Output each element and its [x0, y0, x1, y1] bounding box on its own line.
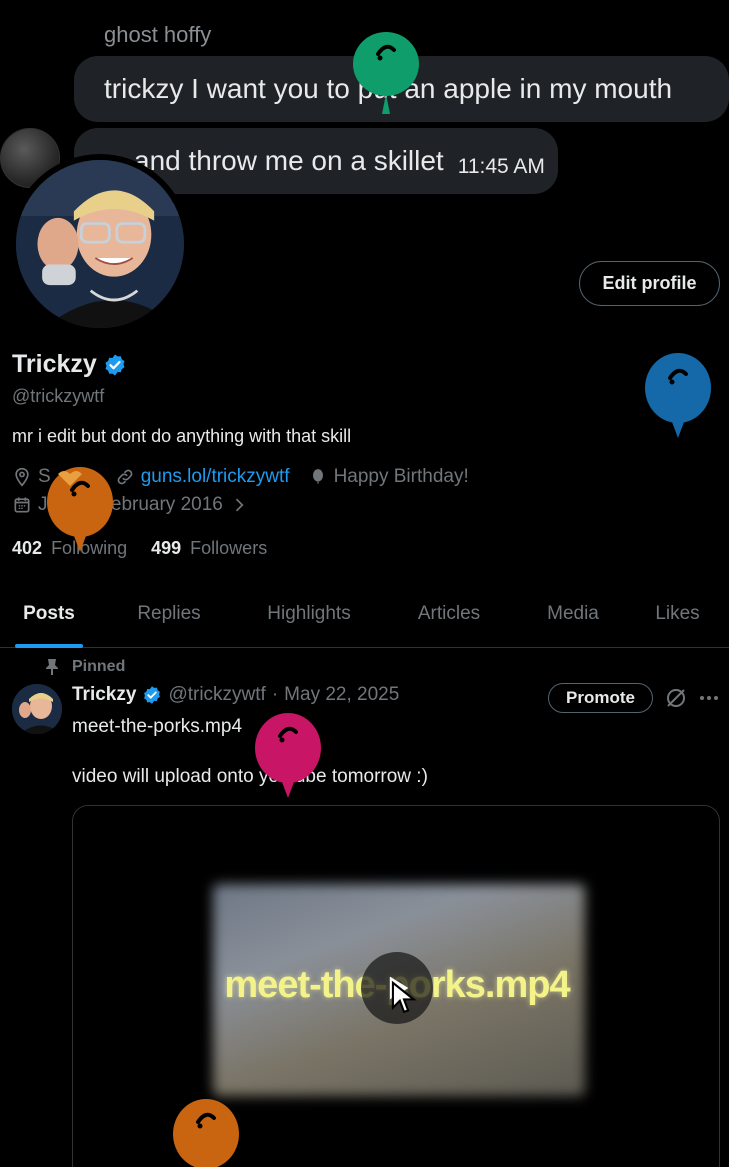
- location-icon: [15, 467, 29, 487]
- calendar-icon: [14, 497, 30, 513]
- followers-link[interactable]: 499 Followers: [151, 538, 267, 559]
- verified-icon: [105, 354, 125, 375]
- balloon-blue-decoration: [645, 353, 711, 438]
- link-icon: [117, 469, 133, 485]
- tab-media[interactable]: Media: [520, 580, 626, 648]
- post-avatar[interactable]: [12, 684, 62, 734]
- chat-time: 11:45 AM: [457, 155, 545, 178]
- tab-replies[interactable]: Replies: [98, 580, 240, 648]
- chat-message-2-text: and throw me on a skillet: [134, 145, 444, 176]
- profile-bio: mr i edit but dont do anything with that…: [12, 426, 352, 446]
- tab-highlights[interactable]: Highlights: [240, 580, 378, 648]
- profile-handle: @trickzywtf: [12, 386, 105, 406]
- pin-icon: [46, 659, 58, 675]
- tab-articles[interactable]: Articles: [378, 580, 520, 648]
- post-separator: ·: [271, 684, 279, 705]
- birthday-item: Happy Birthday!: [308, 466, 469, 488]
- post-text-line1: meet-the-porks.mp4: [72, 716, 243, 737]
- display-name-text: Trickzy: [12, 350, 97, 378]
- profile-display-name: Trickzy: [12, 350, 127, 379]
- followers-count: 499: [151, 538, 182, 558]
- followers-label: Followers: [190, 538, 268, 558]
- post-author-name[interactable]: Trickzy: [72, 684, 136, 706]
- post-text-line2: video will upload onto youtube tomorrow …: [72, 766, 428, 787]
- following-count: 402: [12, 538, 43, 558]
- mouse-cursor-icon: [391, 980, 417, 1014]
- pinned-indicator: Pinned: [44, 658, 125, 676]
- promote-button[interactable]: Promote: [548, 683, 653, 713]
- more-icon[interactable]: [697, 686, 721, 710]
- verified-icon: [144, 686, 161, 704]
- website-item[interactable]: guns.lol/trickzywtf: [115, 466, 290, 488]
- balloon-orange-decoration: [47, 467, 113, 552]
- pinned-label: Pinned: [72, 658, 126, 675]
- profile-avatar[interactable]: [10, 154, 190, 334]
- edit-profile-button[interactable]: Edit profile: [579, 261, 720, 306]
- balloon-icon: [312, 469, 323, 485]
- profile-tabs: Posts Replies Highlights Articles Media …: [0, 580, 729, 648]
- chevron-right-icon: [235, 498, 244, 512]
- grok-icon[interactable]: [664, 686, 688, 710]
- post-header: Trickzy @trickzywtf · May 22, 2025: [72, 684, 399, 706]
- website-link[interactable]: guns.lol/trickzywtf: [141, 466, 290, 488]
- post-date[interactable]: May 22, 2025: [284, 684, 399, 706]
- balloon-orange-decoration-bottom: [173, 1099, 239, 1167]
- tab-posts[interactable]: Posts: [0, 580, 98, 648]
- birthday-text: Happy Birthday!: [333, 466, 469, 487]
- tab-likes[interactable]: Likes: [626, 580, 729, 648]
- balloon-green-decoration: [353, 32, 419, 114]
- chat-sender-name: ghost hoffy: [104, 22, 212, 47]
- post-author-handle[interactable]: @trickzywtf: [168, 684, 265, 706]
- balloon-pink-decoration: [255, 713, 321, 798]
